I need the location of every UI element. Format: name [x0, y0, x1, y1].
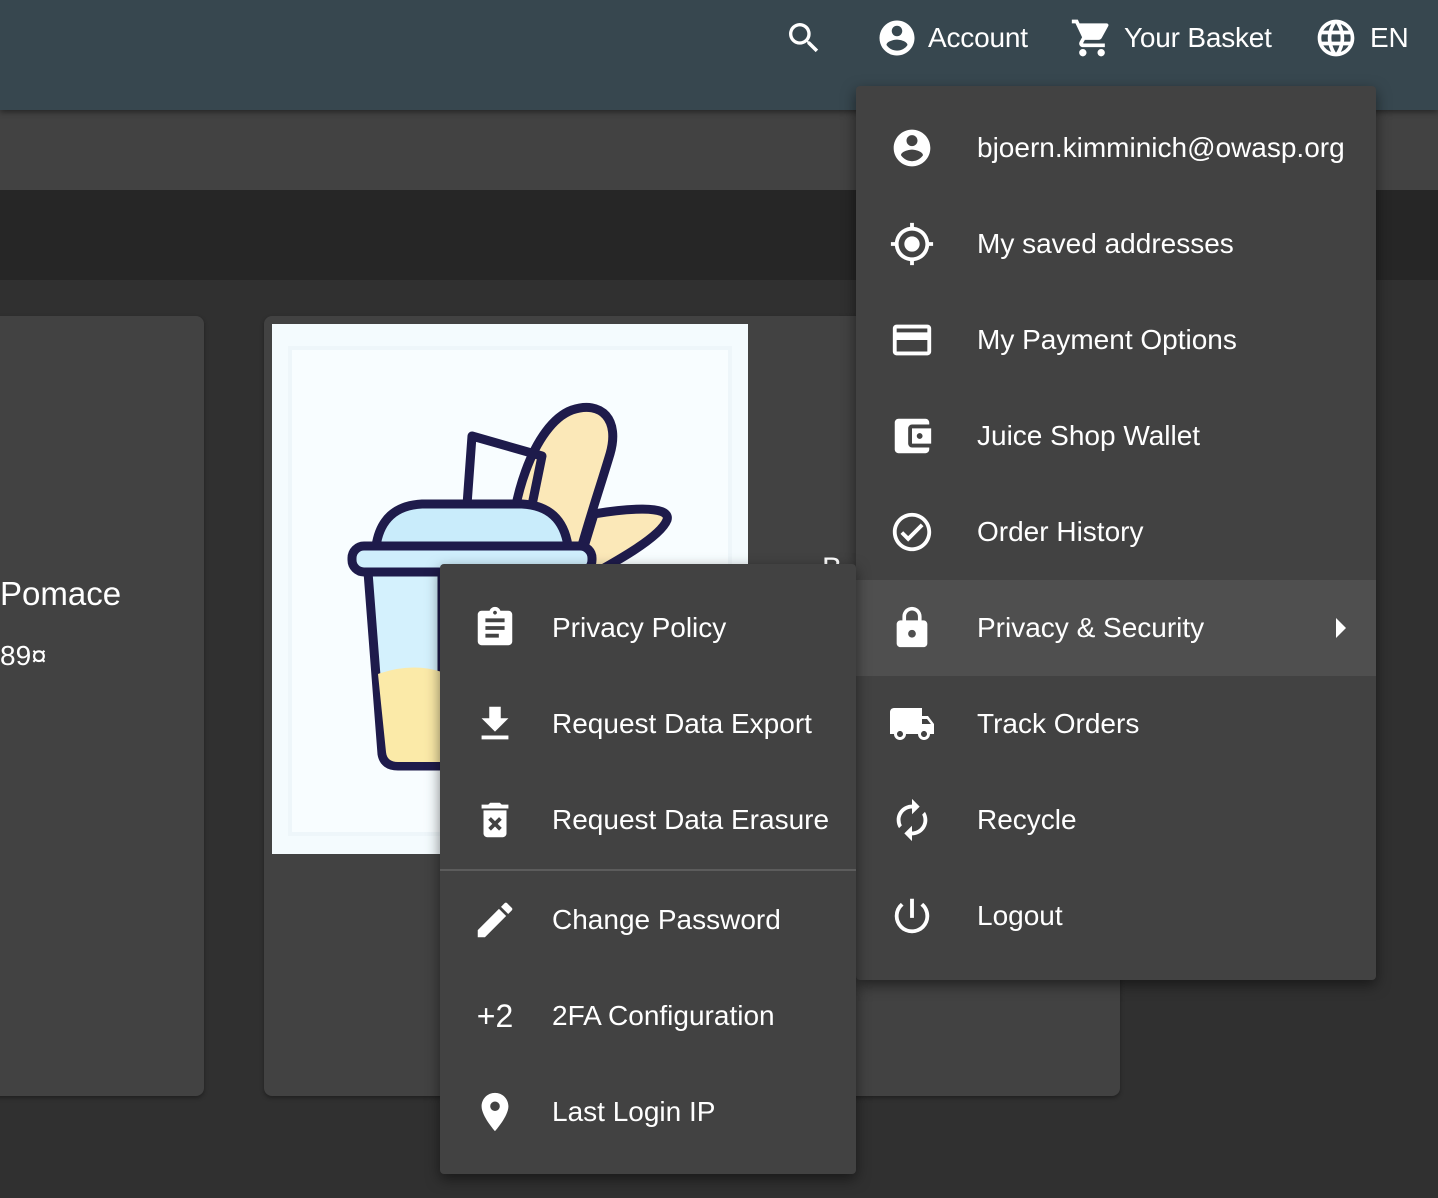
menu-item-saved-addresses[interactable]: My saved addresses	[856, 196, 1376, 292]
account-label: Account	[928, 22, 1028, 53]
privacy-security-submenu: Privacy Policy Request Data Export Reque…	[440, 564, 856, 1174]
account-circle-icon	[876, 17, 918, 59]
menu-item-label: Privacy & Security	[977, 612, 1205, 643]
search-button[interactable]	[784, 0, 828, 76]
menu-divider	[440, 869, 856, 871]
menu-item-label: Order History	[977, 516, 1144, 547]
download-icon	[471, 700, 519, 748]
menu-item-label: 2FA Configuration	[552, 1000, 775, 1031]
menu-item-label: Request Data Erasure	[552, 804, 830, 835]
basket-label: Your Basket	[1124, 22, 1272, 53]
menu-item-request-data-export[interactable]: Request Data Export	[440, 676, 856, 772]
menu-item-recycle[interactable]: Recycle	[856, 772, 1376, 868]
check-circle-icon	[888, 508, 936, 556]
juice-shop-page: Pomace 89¤ B A	[0, 0, 1438, 1198]
plus-two-icon: +2	[476, 997, 514, 1034]
power-icon	[888, 892, 936, 940]
menu-item-label: bjoern.kimminich@owasp.org	[977, 132, 1345, 163]
recycle-icon	[888, 796, 936, 844]
product-name: Pomace	[0, 575, 122, 612]
truck-icon	[888, 700, 936, 748]
menu-item-wallet[interactable]: Juice Shop Wallet	[856, 388, 1376, 484]
menu-item-privacy-security[interactable]: Privacy & Security	[856, 580, 1376, 676]
menu-item-user-email[interactable]: bjoern.kimminich@owasp.org	[856, 100, 1376, 196]
menu-item-change-password[interactable]: Change Password	[440, 872, 856, 968]
menu-item-logout[interactable]: Logout	[856, 868, 1376, 964]
menu-item-2fa-configuration[interactable]: +2 2FA Configuration	[440, 968, 856, 1064]
wallet-icon	[888, 412, 936, 460]
language-button[interactable]: EN	[1314, 0, 1409, 76]
menu-item-label: Last Login IP	[552, 1096, 716, 1127]
language-label: EN	[1370, 22, 1409, 53]
account-circle-icon	[888, 124, 936, 172]
menu-item-label: Change Password	[552, 904, 781, 935]
delete-forever-icon	[471, 796, 519, 844]
pencil-icon	[471, 896, 519, 944]
menu-item-payment-options[interactable]: My Payment Options	[856, 292, 1376, 388]
location-target-icon	[888, 220, 936, 268]
menu-item-order-history[interactable]: Order History	[856, 484, 1376, 580]
menu-item-track-orders[interactable]: Track Orders	[856, 676, 1376, 772]
credit-card-icon	[888, 316, 936, 364]
basket-button[interactable]: Your Basket	[1070, 0, 1272, 76]
menu-item-label: Recycle	[977, 804, 1077, 835]
menu-item-last-login-ip[interactable]: Last Login IP	[440, 1064, 856, 1160]
menu-item-request-data-erasure[interactable]: Request Data Erasure	[440, 772, 856, 868]
menu-item-label: Track Orders	[977, 708, 1140, 739]
search-icon	[784, 18, 824, 58]
menu-item-label: Juice Shop Wallet	[977, 420, 1201, 451]
account-button[interactable]: Account	[876, 0, 1028, 76]
menu-item-label: Logout	[977, 900, 1063, 931]
submenu-arrow-icon	[1336, 618, 1346, 638]
menu-item-label: My saved addresses	[977, 228, 1234, 259]
menu-item-label: Request Data Export	[552, 708, 812, 739]
product-card[interactable]	[0, 316, 204, 1096]
account-menu: bjoern.kimminich@owasp.org My saved addr…	[856, 86, 1376, 980]
shopping-cart-icon	[1070, 16, 1114, 60]
menu-item-label: My Payment Options	[977, 324, 1237, 355]
clipboard-icon	[471, 604, 519, 652]
location-pin-icon	[471, 1088, 519, 1136]
lock-icon	[888, 604, 936, 652]
product-price: 89¤	[0, 640, 47, 671]
globe-icon	[1314, 16, 1358, 60]
menu-item-label: Privacy Policy	[552, 612, 727, 643]
menu-item-privacy-policy[interactable]: Privacy Policy	[440, 580, 856, 676]
